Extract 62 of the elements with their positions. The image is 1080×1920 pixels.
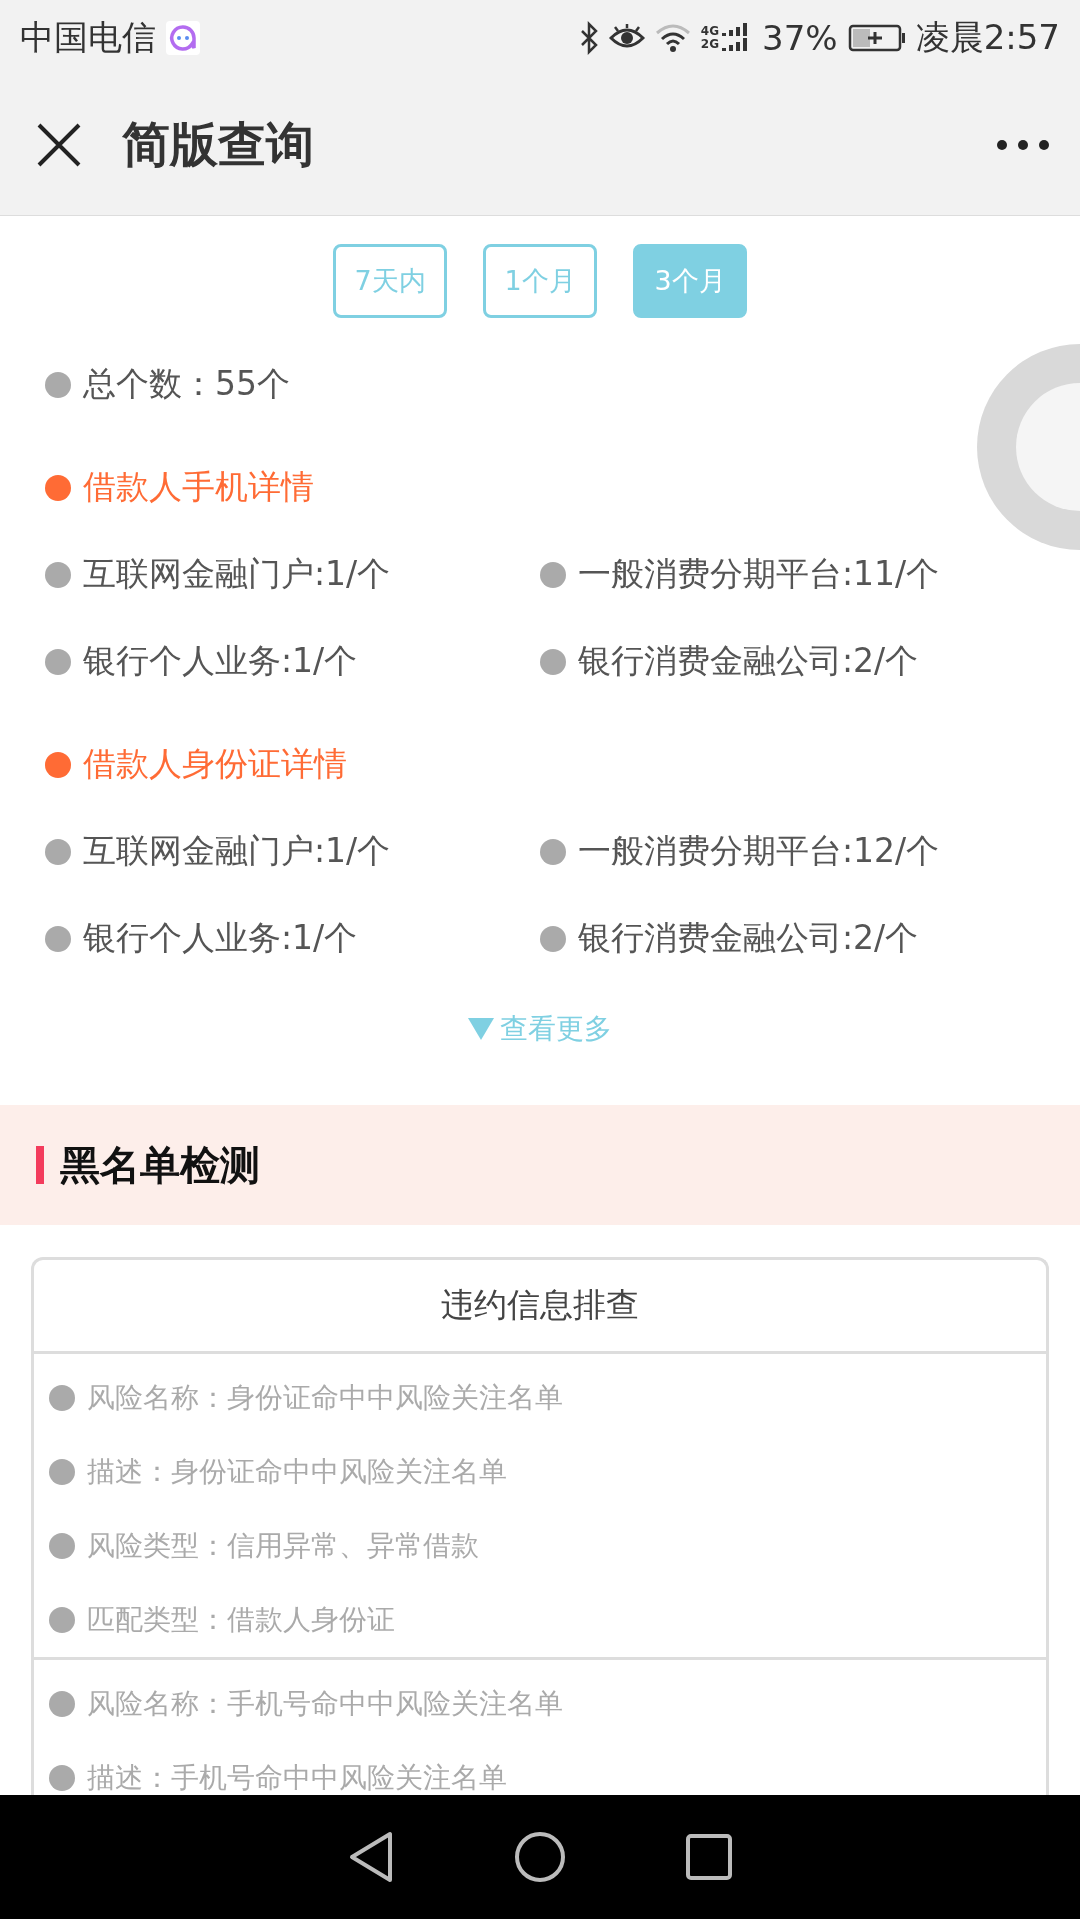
record-text: 描述：手机号命中中风险关注名单 — [87, 1760, 507, 1795]
stat-item: 互联网金融门户:1/个 — [83, 830, 391, 872]
bullet-icon — [49, 1533, 75, 1559]
record-text: 风险名称：手机号命中中风险关注名单 — [87, 1686, 563, 1722]
network-label: 4G — [700, 24, 720, 38]
close-icon — [36, 122, 82, 168]
record-text: 风险名称：身份证命中中风险关注名单 — [87, 1380, 563, 1416]
bullet-icon — [45, 751, 71, 778]
page-title: 简版查询 — [122, 115, 315, 174]
stat-item: 银行个人业务:1/个 — [83, 640, 358, 682]
battery-percent: 37% — [762, 17, 838, 58]
triangle-down-icon — [468, 1018, 494, 1040]
more-button[interactable] — [996, 139, 1050, 151]
bullet-icon — [45, 648, 71, 675]
wifi-icon — [654, 22, 691, 53]
bullet-icon — [49, 1385, 75, 1411]
period-tab[interactable]: 7天内 — [333, 244, 447, 318]
clock-time: 凌晨2:57 — [915, 15, 1060, 59]
bullet-icon — [49, 1607, 75, 1633]
bullet-icon — [540, 648, 566, 675]
recents-icon — [686, 1834, 732, 1880]
bullet-icon — [49, 1459, 75, 1485]
see-more-link[interactable]: 查看更多 — [462, 1009, 618, 1049]
bullet-icon — [45, 838, 71, 865]
stat-item: 银行消费金融公司:2/个 — [578, 640, 919, 682]
stat-item: 银行个人业务:1/个 — [83, 917, 358, 959]
recents-button[interactable] — [686, 1834, 732, 1880]
carrier-name: 中国电信 — [20, 15, 156, 59]
bullet-icon — [45, 474, 71, 501]
section-title: 借款人身份证详情 — [83, 743, 347, 785]
bullet-icon — [45, 371, 71, 398]
bullet-icon — [540, 838, 566, 865]
stat-item: 银行消费金融公司:2/个 — [578, 917, 919, 959]
record-text: 描述：身份证命中中风险关注名单 — [87, 1454, 507, 1490]
bullet-icon — [49, 1691, 75, 1717]
record-text: 风险类型：信用异常、异常借款 — [87, 1528, 479, 1564]
close-button[interactable] — [36, 122, 82, 168]
app-icon — [166, 20, 200, 55]
bullet-icon — [45, 561, 71, 588]
period-tab[interactable]: 1个月 — [483, 244, 597, 318]
stat-item: 一般消费分期平台:12/个 — [578, 830, 940, 872]
card-title: 违约信息排查 — [34, 1260, 1046, 1354]
section-title: 借款人手机详情 — [83, 466, 314, 508]
network-label: 2G — [700, 37, 720, 51]
home-icon — [514, 1831, 566, 1883]
home-button[interactable] — [514, 1831, 566, 1883]
stat-item: 一般消费分期平台:11/个 — [578, 553, 940, 595]
bluetooth-icon — [578, 20, 599, 55]
back-icon — [348, 1831, 394, 1883]
more-icon — [996, 139, 1050, 151]
bullet-icon — [540, 925, 566, 952]
accent-bar — [36, 1146, 44, 1184]
record-text: 匹配类型：借款人身份证 — [87, 1602, 395, 1638]
stat-item: 互联网金融门户:1/个 — [83, 553, 391, 595]
back-button[interactable] — [348, 1831, 394, 1883]
battery-icon — [847, 23, 906, 52]
total-count: 总个数：55个 — [83, 363, 290, 405]
period-tab[interactable]: 3个月 — [633, 244, 747, 318]
bullet-icon — [49, 1765, 75, 1791]
section-title: 黑名单检测 — [60, 1140, 260, 1190]
bullet-icon — [540, 561, 566, 588]
bullet-icon — [45, 925, 71, 952]
